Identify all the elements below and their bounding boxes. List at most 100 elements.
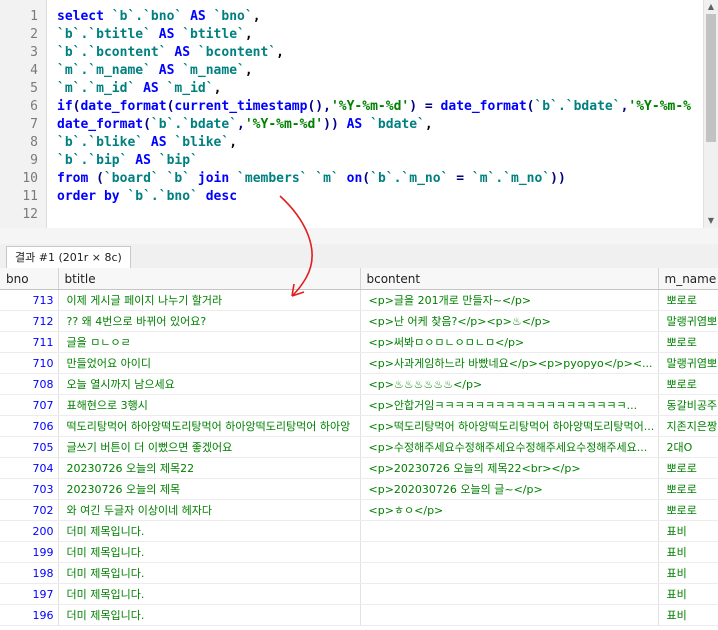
cell-m-name[interactable]: 표비 [658,583,718,605]
cell-bno[interactable]: 196 [0,604,59,626]
cell-btitle[interactable]: 글을 ㅁㄴㅇㄹ [58,331,361,353]
header-row: bno btitle bcontent m_name [0,268,718,290]
cell-bcontent[interactable]: <p>♨♨♨♨♨♨</p> [360,373,659,395]
cell-bno[interactable]: 705 [0,436,59,458]
cell-bno[interactable]: 711 [0,331,59,353]
column-header-m-name[interactable]: m_name [658,268,718,290]
cell-m-name[interactable]: 뽀로로 [658,373,718,395]
cell-bcontent[interactable] [360,583,659,605]
cell-bno[interactable]: 713 [0,289,59,311]
table-row[interactable]: 705 글쓰기 버튼이 더 이뻤으면 좋겠어요 <p>수정해주세요수정해주세요수정해… [0,436,718,458]
cell-btitle[interactable]: 더미 제목입니다. [58,520,361,542]
cell-btitle[interactable]: 와 여긴 두글자 이상이네 헤자다 [58,499,361,521]
tab-result-1[interactable]: 결과 #1 (201r × 8c) [6,246,131,268]
table-row[interactable]: 712?? 왜 4번으로 바뀌어 있어요? <p>난 어케 찾음?</p><p>♨… [0,310,718,332]
cell-bcontent[interactable] [360,604,659,626]
cell-bcontent[interactable]: <p>20230726 오늘의 제목22<br></p> [360,457,659,479]
cell-bno[interactable]: 199 [0,541,59,563]
table-row[interactable]: 704 20230726 오늘의 제목22 <p>20230726 오늘의 제목22… [0,457,718,479]
pane-splitter[interactable] [0,228,718,244]
table-row[interactable]: 703 20230726 오늘의 제목 <p>202030726 오늘의 글~</p… [0,478,718,500]
cell-bno[interactable]: 708 [0,373,59,395]
cell-m-name[interactable]: 뽀로로 [658,289,718,311]
cell-m-name[interactable]: 표비 [658,520,718,542]
cell-bno[interactable]: 710 [0,352,59,374]
table-row[interactable]: 713 이제 게시글 페이지 나누기 할거라 <p>글을 201개로 만들자~</p… [0,289,718,311]
line-number: 4 [30,63,38,78]
cell-btitle[interactable]: 더미 제목입니다. [58,562,361,584]
cell-btitle[interactable]: 더미 제목입니다. [58,583,361,605]
line-number: 3 [30,45,38,60]
table-row[interactable]: 707 표해현으로 3행시 <p>안합거임ㅋㅋㅋㅋㅋㅋㅋㅋㅋㅋㅋㅋㅋㅋㅋㅋㅋㅋㅋ..… [0,394,718,416]
line-number: 10 [22,171,38,186]
cell-bno[interactable]: 712 [0,310,59,332]
cell-bcontent[interactable] [360,520,659,542]
cell-m-name[interactable]: 2대O [658,436,718,458]
table-row[interactable]: 711 글을 ㅁㄴㅇㄹ <p>써봐ㅁㅇㅁㄴㅇㅁㄴㅁ</p> 뽀로로 [0,331,718,353]
table-row[interactable]: 710 만들었어요 아이디 <p>사과게임하느라 바빴네요</p><p>pyopyo… [0,352,718,374]
cell-bno[interactable]: 200 [0,520,59,542]
cell-btitle[interactable]: 20230726 오늘의 제목 [58,478,361,500]
cell-bcontent[interactable]: <p>난 어케 찾음?</p><p>♨</p> [360,310,659,332]
cell-bno[interactable]: 198 [0,562,59,584]
line-number: 12 [22,207,38,222]
cell-bno[interactable]: 704 [0,457,59,479]
cell-bno[interactable]: 702 [0,499,59,521]
table-row[interactable]: 198 더미 제목입니다. 표비 [0,562,718,584]
column-header-bcontent[interactable]: bcontent [360,268,659,290]
result-grid[interactable]: bno btitle bcontent m_name 713 이제 게시글 페이지… [0,268,718,630]
cell-bcontent[interactable] [360,541,659,563]
sql-editor[interactable]: 1 2 3 4 5 6 7 8 9 10 11 12 select `b`.`b… [0,0,718,229]
cell-btitle[interactable]: 더미 제목입니다. [58,604,361,626]
result-tab-bar: 결과 #1 (201r × 8c) [0,244,718,269]
table-row[interactable]: 199 더미 제목입니다. 표비 [0,541,718,563]
cell-btitle[interactable]: ?? 왜 4번으로 바뀌어 있어요? [58,310,361,332]
cell-bcontent[interactable]: <p>수정해주세요수정해주세요수정해주세요수정해주세요... [360,436,659,458]
cell-m-name[interactable]: 표비 [658,562,718,584]
table-row[interactable]: 196 더미 제목입니다. 표비 [0,604,718,626]
cell-btitle[interactable]: 더미 제목입니다. [58,541,361,563]
column-header-bno[interactable]: bno [0,268,59,290]
table-row[interactable]: 200 더미 제목입니다. 표비 [0,520,718,542]
line-number: 1 [30,9,38,24]
cell-m-name[interactable]: 표비 [658,541,718,563]
cell-m-name[interactable]: 뽀로로 [658,478,718,500]
line-number: 9 [30,153,38,168]
scrollbar-thumb[interactable] [706,14,716,142]
column-header-btitle[interactable]: btitle [58,268,361,290]
cell-bcontent[interactable]: <p>글을 201개로 만들자~</p> [360,289,659,311]
cell-btitle[interactable]: 20230726 오늘의 제목22 [58,457,361,479]
cell-bcontent[interactable]: <p>안합거임ㅋㅋㅋㅋㅋㅋㅋㅋㅋㅋㅋㅋㅋㅋㅋㅋㅋㅋㅋ... [360,394,659,416]
cell-m-name[interactable]: 뽀로로 [658,331,718,353]
cell-bcontent[interactable]: <p>써봐ㅁㅇㅁㄴㅇㅁㄴㅁ</p> [360,331,659,353]
cell-bcontent[interactable]: <p>ㅎㅇ</p> [360,499,659,521]
cell-m-name[interactable]: 말랭귀염뽀 [658,310,718,332]
table-row[interactable]: 702 와 여긴 두글자 이상이네 헤자다 <p>ㅎㅇ</p> 뽀로로 [0,499,718,521]
cell-btitle[interactable]: 오늘 열시까지 남으세요 [58,373,361,395]
cell-m-name[interactable]: 뽀로로 [658,457,718,479]
scroll-up-icon[interactable]: ▲ [704,0,718,14]
cell-bno[interactable]: 703 [0,478,59,500]
cell-bcontent[interactable]: <p>떡도리탕먹어 하아앙떡도리탕먹어 하아앙떡도리탕먹어... [360,415,659,437]
cell-m-name[interactable]: 지존지은짱 [658,415,718,437]
table-row[interactable]: 197 더미 제목입니다. 표비 [0,583,718,605]
cell-m-name[interactable]: 뽀로로 [658,499,718,521]
scroll-down-icon[interactable]: ▼ [704,214,718,228]
cell-m-name[interactable]: 동갈비공주 [658,394,718,416]
cell-m-name[interactable]: 표비 [658,604,718,626]
cell-bno[interactable]: 707 [0,394,59,416]
cell-btitle[interactable]: 떡도리탕먹어 하아앙떡도리탕먹어 하아앙떡도리탕먹어 하아앙 [58,415,361,437]
cell-bno[interactable]: 197 [0,583,59,605]
table-row[interactable]: 708 오늘 열시까지 남으세요 <p>♨♨♨♨♨♨</p> 뽀로로 [0,373,718,395]
table-row[interactable]: 706 떡도리탕먹어 하아앙떡도리탕먹어 하아앙떡도리탕먹어 하아앙 <p>떡도리탕… [0,415,718,437]
cell-bcontent[interactable]: <p>사과게임하느라 바빴네요</p><p>pyopyo</p><... [360,352,659,374]
cell-bcontent[interactable] [360,562,659,584]
cell-m-name[interactable]: 말랭귀염뽀 [658,352,718,374]
cell-bno[interactable]: 706 [0,415,59,437]
cell-bcontent[interactable]: <p>202030726 오늘의 글~</p> [360,478,659,500]
cell-btitle[interactable]: 이제 게시글 페이지 나누기 할거라 [58,289,361,311]
editor-vertical-scrollbar[interactable]: ▲ ▼ [703,0,718,228]
cell-btitle[interactable]: 표해현으로 3행시 [58,394,361,416]
cell-btitle[interactable]: 만들었어요 아이디 [58,352,361,374]
cell-btitle[interactable]: 글쓰기 버튼이 더 이뻤으면 좋겠어요 [58,436,361,458]
